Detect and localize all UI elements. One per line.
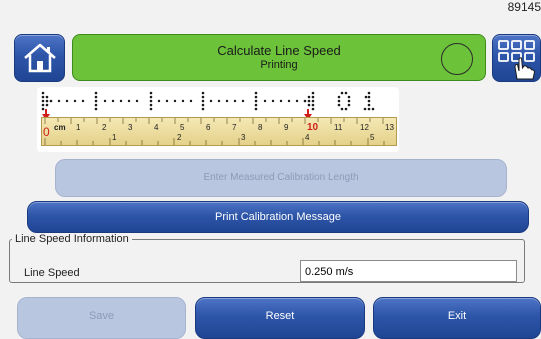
ruler-cm-label-8: 8 [258, 123, 263, 132]
printer-status: Printing [260, 59, 298, 71]
calibration-ruler: 0 cm 1 2 3 4 5 6 7 8 9 10 11 12 13 1 2 3… [41, 117, 397, 146]
reset-button[interactable]: Reset [195, 297, 365, 339]
ruler-cm-label-0: 0 [43, 125, 50, 139]
calibration-length-input[interactable]: Enter Measured Calibration Length [55, 159, 507, 197]
ruler-inch-label-5: 5 [370, 133, 375, 142]
ruler-cm-label-9: 9 [284, 123, 289, 132]
ruler-cm-label-4: 4 [154, 123, 159, 132]
ruler-cm-unit: cm [54, 123, 66, 132]
save-button[interactable]: Save [17, 297, 186, 339]
grid-apps-icon [498, 40, 536, 80]
ruler-cm-label-11: 11 [334, 123, 343, 132]
line-speed-label: Line Speed [24, 267, 80, 279]
ruler-cm-label-7: 7 [232, 123, 237, 132]
home-icon [23, 43, 56, 73]
ruler-cm-label-3: 3 [128, 123, 133, 132]
ruler-cm-label-2: 2 [102, 123, 107, 132]
line-speed-group-legend: Line Speed Information [15, 233, 129, 245]
ruler-cm-label-5: 5 [180, 123, 185, 132]
line-speed-field[interactable]: 0.250 m/s [300, 260, 517, 282]
ruler-cm-label-1: 1 [76, 123, 81, 132]
ruler-inch-label-1: 1 [112, 133, 117, 142]
ruler-cm-label-6: 6 [206, 123, 211, 132]
ruler-ticks [44, 118, 385, 145]
ruler-inch-label-4: 4 [305, 133, 310, 142]
ruler-cm-label-10: 10 [307, 122, 319, 133]
ruler-inch-label-3: 3 [241, 133, 246, 142]
print-sample-graphic [41, 91, 375, 111]
home-button[interactable] [14, 34, 65, 82]
print-calibration-button[interactable]: Print Calibration Message [27, 201, 529, 233]
ruler-inch-label-2: 2 [177, 133, 182, 142]
apps-menu-button[interactable] [492, 34, 541, 82]
ruler-cm-label-13: 13 [385, 123, 394, 132]
header-bar: Calculate Line Speed Printing [72, 34, 486, 81]
ruler-cm-label-12: 12 [360, 123, 369, 132]
exit-button[interactable]: Exit [373, 297, 541, 339]
calibration-preview: 0 cm 1 2 3 4 5 6 7 8 9 10 11 12 13 1 2 3… [37, 87, 399, 152]
serial-number: 89145 [507, 0, 541, 14]
status-circle-icon [441, 43, 473, 75]
page-title: Calculate Line Speed [217, 43, 341, 58]
